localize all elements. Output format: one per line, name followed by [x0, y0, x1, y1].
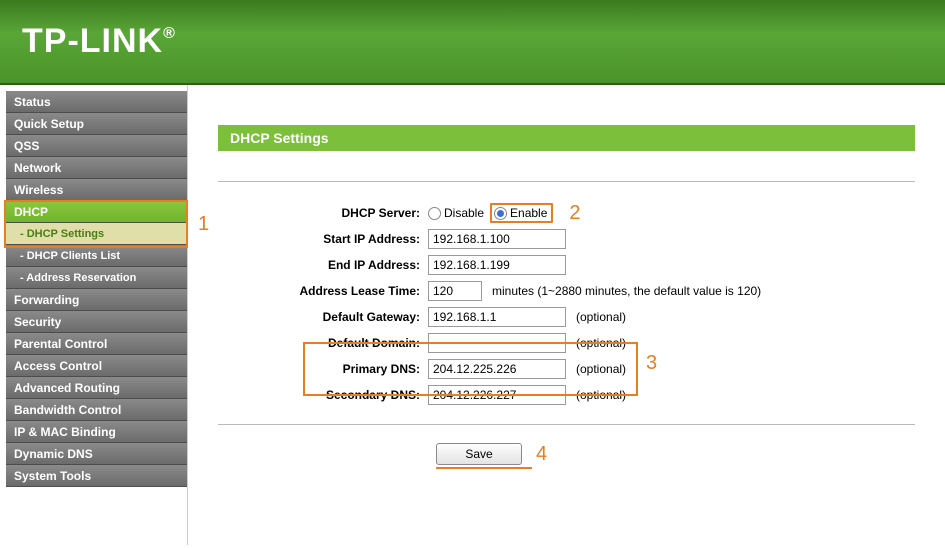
sdns-optional: (optional): [576, 388, 626, 402]
radio-icon: [494, 207, 507, 220]
sidebar-sub-address-reservation[interactable]: - Address Reservation: [6, 267, 187, 289]
sidebar-item-system-tools[interactable]: System Tools: [6, 465, 187, 487]
header: TP-LINK®: [0, 0, 945, 85]
registered-icon: ®: [163, 25, 176, 42]
sidebar-item-ip-mac-binding[interactable]: IP & MAC Binding: [6, 421, 187, 443]
dhcp-enable-radio[interactable]: Enable: [494, 206, 547, 220]
gateway-label: Default Gateway:: [218, 310, 428, 324]
save-button[interactable]: Save: [436, 443, 522, 465]
sidebar-item-security[interactable]: Security: [6, 311, 187, 333]
sidebar-item-advanced-routing[interactable]: Advanced Routing: [6, 377, 187, 399]
annotation-4: 4: [536, 443, 547, 466]
lease-input[interactable]: [428, 281, 482, 301]
sidebar-item-dhcp[interactable]: DHCP: [6, 201, 187, 223]
main-content: DHCP Settings DHCP Server: Disable Enabl…: [188, 85, 945, 545]
secondary-dns-label: Secondary DNS:: [218, 388, 428, 402]
brand-text: TP-LINK: [22, 22, 163, 60]
enable-label: Enable: [510, 206, 547, 220]
end-ip-label: End IP Address:: [218, 258, 428, 272]
end-ip-input[interactable]: [428, 255, 566, 275]
pdns-optional: (optional): [576, 362, 626, 376]
gateway-optional: (optional): [576, 310, 626, 324]
disable-label: Disable: [444, 206, 484, 220]
sidebar-item-dynamic-dns[interactable]: Dynamic DNS: [6, 443, 187, 465]
annotation-2: 2: [569, 202, 580, 225]
dhcp-disable-radio[interactable]: Disable: [428, 206, 484, 220]
sidebar-item-forwarding[interactable]: Forwarding: [6, 289, 187, 311]
sidebar-item-status[interactable]: Status: [6, 91, 187, 113]
radio-icon: [428, 207, 441, 220]
lease-hint: minutes (1~2880 minutes, the default val…: [492, 284, 761, 298]
page-title: DHCP Settings: [218, 125, 915, 151]
secondary-dns-input[interactable]: [428, 385, 566, 405]
sidebar-item-parental-control[interactable]: Parental Control: [6, 333, 187, 355]
domain-input[interactable]: [428, 333, 566, 353]
start-ip-input[interactable]: [428, 229, 566, 249]
brand-logo: TP-LINK®: [22, 22, 176, 60]
divider-top: [218, 181, 915, 182]
sidebar-item-access-control[interactable]: Access Control: [6, 355, 187, 377]
start-ip-label: Start IP Address:: [218, 232, 428, 246]
sidebar-item-network[interactable]: Network: [6, 157, 187, 179]
lease-label: Address Lease Time:: [218, 284, 428, 298]
divider-bottom: [218, 424, 915, 425]
sidebar: Status Quick Setup QSS Network Wireless …: [0, 85, 188, 545]
primary-dns-input[interactable]: [428, 359, 566, 379]
sidebar-sub-dhcp-clients[interactable]: - DHCP Clients List: [6, 245, 187, 267]
domain-optional: (optional): [576, 336, 626, 350]
sidebar-item-wireless[interactable]: Wireless: [6, 179, 187, 201]
annotation-box-2: Enable: [490, 203, 553, 223]
sidebar-item-quick-setup[interactable]: Quick Setup: [6, 113, 187, 135]
dhcp-server-label: DHCP Server:: [218, 206, 428, 220]
domain-label: Default Domain:: [218, 336, 428, 350]
gateway-input[interactable]: [428, 307, 566, 327]
sidebar-sub-dhcp-settings[interactable]: - DHCP Settings: [6, 223, 187, 245]
annotation-underline-4: [436, 467, 532, 469]
annotation-3: 3: [646, 352, 657, 375]
sidebar-item-bandwidth-control[interactable]: Bandwidth Control: [6, 399, 187, 421]
sidebar-item-qss[interactable]: QSS: [6, 135, 187, 157]
primary-dns-label: Primary DNS:: [218, 362, 428, 376]
